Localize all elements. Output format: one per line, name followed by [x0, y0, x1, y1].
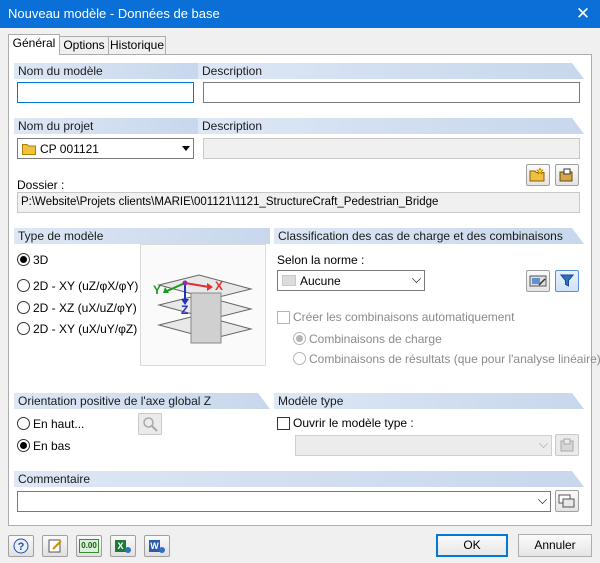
- model-type-3d-label: 3D: [33, 253, 49, 267]
- result-combinations-radio[interactable]: [293, 352, 306, 365]
- model-type-2d-xy-z-label: 2D - XY (uZ/φX/φY): [33, 279, 139, 293]
- model-type-preview: X Y Z: [140, 244, 266, 366]
- chevron-down-icon: [412, 274, 421, 283]
- comment-library-icon: [558, 494, 575, 508]
- word-icon: W: [149, 540, 165, 553]
- edit-note-icon: [48, 539, 62, 553]
- orientation-preview-button[interactable]: [138, 413, 162, 435]
- edit-project-button[interactable]: [555, 164, 579, 186]
- chevron-down-icon: [539, 439, 548, 448]
- model-type-2d-xz-radio[interactable]: [17, 301, 30, 314]
- model-name-header: Nom du modèle: [14, 63, 198, 79]
- axis-y-label: Y: [153, 283, 162, 297]
- export-excel-button[interactable]: X: [110, 535, 136, 557]
- tab-options[interactable]: Options: [59, 36, 109, 54]
- units-button[interactable]: 0.00: [76, 535, 102, 557]
- tab-general[interactable]: Général: [8, 34, 60, 55]
- model-name-input[interactable]: [17, 82, 194, 103]
- model-type-header: Type de modèle: [14, 228, 270, 244]
- project-properties-icon: [559, 168, 573, 182]
- z-axis-up-radio[interactable]: [17, 417, 30, 430]
- template-select[interactable]: [295, 435, 552, 456]
- title-bar: Nouveau modèle - Données de base ✕: [0, 0, 600, 28]
- edit-note-button[interactable]: [42, 535, 68, 557]
- template-icon: [560, 438, 574, 452]
- z-axis-up-label: En haut...: [33, 417, 85, 431]
- comment-library-button[interactable]: [555, 490, 579, 512]
- svg-text:X: X: [117, 541, 123, 551]
- ok-button[interactable]: OK: [436, 534, 508, 557]
- comment-header: Commentaire: [14, 471, 584, 487]
- open-template-checkbox[interactable]: [277, 417, 290, 430]
- auto-combinations-label: Créer les combinaisons automatiquement: [293, 310, 515, 324]
- auto-combinations-checkbox[interactable]: [277, 311, 290, 324]
- units-icon: 0.00: [79, 539, 99, 553]
- model-type-2d-xy-plane-label: 2D - XY (uX/uY/φZ): [33, 322, 138, 336]
- new-project-button[interactable]: [526, 164, 550, 186]
- axis-z-label: Z: [181, 303, 189, 317]
- model-type-2d-xz-label: 2D - XZ (uX/uZ/φY): [33, 301, 137, 315]
- axis-x-label: X: [215, 279, 224, 293]
- folder-path-text: P:\Website\Projets clients\MARIE\001121\…: [21, 196, 439, 208]
- model-type-3d-radio[interactable]: [17, 253, 30, 266]
- norm-select-value: Aucune: [300, 274, 341, 288]
- template-browse-button[interactable]: [555, 434, 579, 456]
- model-type-2d-xy-plane-radio[interactable]: [17, 322, 30, 335]
- norm-edit-icon: [529, 275, 547, 287]
- help-button[interactable]: ?: [8, 535, 34, 557]
- help-icon: ?: [13, 538, 29, 554]
- magnifier-icon: [143, 417, 158, 432]
- svg-text:?: ?: [18, 541, 25, 553]
- filter-button[interactable]: [555, 270, 579, 292]
- result-combinations-label: Combinaisons de résultats (que pour l'an…: [309, 352, 600, 366]
- project-description-header: Description: [198, 118, 584, 134]
- close-icon[interactable]: ✕: [570, 2, 596, 26]
- folder-icon: [22, 144, 36, 155]
- new-folder-icon: [529, 167, 545, 182]
- folder-label: Dossier :: [17, 178, 65, 192]
- norm-flag-icon: [282, 275, 296, 286]
- orientation-header: Orientation positive de l'axe global Z: [14, 393, 270, 409]
- norm-settings-button[interactable]: [526, 270, 550, 292]
- folder-path-field: P:\Website\Projets clients\MARIE\001121\…: [17, 192, 580, 213]
- project-select-value: CP 001121: [40, 142, 99, 156]
- filter-icon: [559, 274, 575, 287]
- model-description-header: Description: [198, 63, 584, 79]
- comment-input[interactable]: [17, 491, 551, 512]
- template-model-header: Modèle type: [274, 393, 584, 409]
- excel-icon: X: [115, 540, 131, 553]
- z-axis-down-label: En bas: [33, 439, 71, 453]
- svg-text:W: W: [150, 541, 159, 551]
- project-name-header: Nom du projet: [14, 118, 198, 134]
- z-axis-down-radio[interactable]: [17, 439, 30, 452]
- cancel-button[interactable]: Annuler: [518, 534, 592, 557]
- project-select[interactable]: CP 001121: [17, 138, 194, 159]
- load-combinations-radio[interactable]: [293, 332, 306, 345]
- tab-history[interactable]: Historique: [108, 36, 166, 54]
- chevron-down-icon: [182, 146, 190, 151]
- 3d-structure-icon: [157, 274, 253, 344]
- norm-label: Selon la norme :: [277, 253, 365, 267]
- norm-select[interactable]: Aucune: [277, 270, 425, 291]
- open-template-label: Ouvrir le modèle type :: [293, 416, 414, 430]
- classification-header: Classification des cas de charge et des …: [274, 228, 584, 244]
- load-combinations-label: Combinaisons de charge: [309, 332, 442, 346]
- export-word-button[interactable]: W: [144, 535, 170, 557]
- model-description-input[interactable]: [203, 82, 580, 103]
- model-type-2d-xy-z-radio[interactable]: [17, 279, 30, 292]
- chevron-down-icon: [538, 495, 547, 504]
- project-description-field: [203, 138, 580, 159]
- window-title: Nouveau modèle - Données de base: [8, 6, 220, 21]
